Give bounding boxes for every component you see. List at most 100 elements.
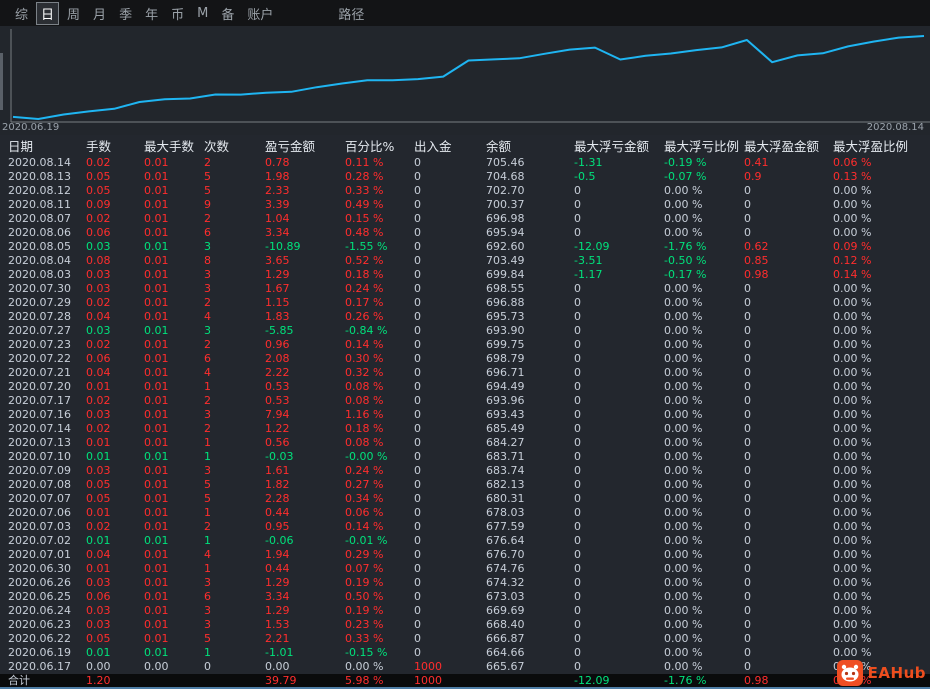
cell-max-float-loss: -3.51 [574, 254, 603, 267]
table-row[interactable]: 2020.07.16 0.03 0.01 3 7.94 1.16 % 0 693.43 0 0.0… [0, 408, 930, 422]
cell-balance: 700.37 [486, 198, 525, 211]
cell-max-float-profit: 0 [744, 464, 751, 477]
menu-item-8[interactable]: 备 [216, 2, 239, 25]
cell-max-lots: 0.01 [144, 366, 169, 379]
table-row[interactable]: 2020.07.21 0.04 0.01 4 2.22 0.32 % 0 696.71 0 0.0… [0, 366, 930, 380]
table-row[interactable]: 2020.07.08 0.05 0.01 5 1.82 0.27 % 0 682.13 0 0.0… [0, 478, 930, 492]
column-header-pnl: 盈亏金额 [265, 139, 316, 154]
table-row[interactable]: 2020.08.11 0.09 0.01 9 3.39 0.49 % 0 700.37 0 0.0… [0, 198, 930, 212]
table-row[interactable]: 2020.07.30 0.03 0.01 3 1.67 0.24 % 0 698.55 0 0.0… [0, 282, 930, 296]
cell-max-float-loss-pct: 0.00 % [664, 338, 703, 351]
cell-max-float-profit: 0 [744, 604, 751, 617]
menu-item-0[interactable]: 综 [10, 2, 33, 25]
table-row[interactable]: 2020.07.07 0.05 0.01 5 2.28 0.34 % 0 680.31 0 0.0… [0, 492, 930, 506]
cell-cashflow: 0 [414, 618, 421, 631]
table-row[interactable]: 2020.07.01 0.04 0.01 4 1.94 0.29 % 0 676.70 0 0.0… [0, 548, 930, 562]
cell-date: 2020.07.22 [8, 352, 71, 365]
cell-max-float-loss-pct: 0.00 % [664, 562, 703, 575]
cell-lots: 0.05 [86, 478, 111, 491]
table-row[interactable]: 2020.06.23 0.03 0.01 3 1.53 0.23 % 0 668.40 0 0.0… [0, 618, 930, 632]
table-row[interactable]: 2020.07.20 0.01 0.01 1 0.53 0.08 % 0 694.49 0 0.0… [0, 380, 930, 394]
cell-pct: 0.23 % [345, 618, 384, 631]
cell-pnl: -1.01 [265, 646, 294, 659]
cell-balance: 678.03 [486, 506, 525, 519]
cell-cashflow: 0 [414, 450, 421, 463]
table-row[interactable]: 2020.06.25 0.06 0.01 6 3.34 0.50 % 0 673.03 0 0.0… [0, 590, 930, 604]
table-row[interactable]: 2020.07.02 0.01 0.01 1 -0.06 -0.01 % 0 676.64 0 0… [0, 534, 930, 548]
table-row[interactable]: 2020.07.14 0.02 0.01 2 1.22 0.18 % 0 685.49 0 0.0… [0, 422, 930, 436]
table-row[interactable]: 2020.07.13 0.01 0.01 1 0.56 0.08 % 0 684.27 0 0.0… [0, 436, 930, 450]
table-row[interactable]: 2020.08.04 0.08 0.01 8 3.65 0.52 % 0 703.49 -3.5… [0, 254, 930, 268]
table-row[interactable]: 2020.06.24 0.03 0.01 3 1.29 0.19 % 0 669.69 0 0.0… [0, 604, 930, 618]
cell-max-float-profit-pct: 0.00 % [833, 450, 872, 463]
table-row[interactable]: 2020.06.19 0.01 0.01 1 -1.01 -0.15 % 0 664.66 0 0… [0, 646, 930, 660]
cell-date: 2020.07.10 [8, 450, 71, 463]
table-row[interactable]: 2020.07.06 0.01 0.01 1 0.44 0.06 % 0 678.03 0 0.0… [0, 506, 930, 520]
menu-item-6[interactable]: 币 [166, 2, 189, 25]
cell-pct: 0.30 % [345, 352, 384, 365]
cell-lots: 0.09 [86, 198, 111, 211]
table-row[interactable]: 2020.08.03 0.03 0.01 3 1.29 0.18 % 0 699.84 -1.1… [0, 268, 930, 282]
cell-balance: 696.98 [486, 212, 525, 225]
cell-pnl: 0.56 [265, 436, 290, 449]
cell-lots: 0.02 [86, 212, 111, 225]
menu-item-3[interactable]: 月 [88, 2, 111, 25]
cell-date: 2020.07.30 [8, 282, 71, 295]
menu-item-1[interactable]: 日 [36, 1, 60, 25]
table-row[interactable]: 2020.08.06 0.06 0.01 6 3.34 0.48 % 0 695.94 0 0.0… [0, 226, 930, 240]
eahub-robot-icon [836, 660, 863, 686]
table-row[interactable]: 2020.07.10 0.01 0.01 1 -0.03 -0.00 % 0 683.71 0 0… [0, 450, 930, 464]
table-row[interactable]: 2020.08.13 0.05 0.01 5 1.98 0.28 % 0 704.68 -0.5… [0, 170, 930, 184]
cell-max-float-profit: 0 [744, 184, 751, 197]
cell-max-lots: 0.01 [144, 296, 169, 309]
cell-pnl: 1.15 [265, 296, 290, 309]
cell-balance: 680.31 [486, 492, 525, 505]
menu-item-2[interactable]: 周 [62, 2, 85, 25]
menu-item-9[interactable]: 账户 [242, 2, 278, 25]
cell-max-float-loss: 0 [574, 478, 581, 491]
menu-item-4[interactable]: 季 [114, 2, 137, 25]
cell-balance: 674.32 [486, 576, 525, 589]
table-row[interactable]: 2020.07.28 0.04 0.01 4 1.83 0.26 % 0 695.73 0 0.0… [0, 310, 930, 324]
cell-cashflow: 0 [414, 324, 421, 337]
vertical-scrollbar[interactable] [0, 53, 3, 110]
cell-lots: 0.02 [86, 338, 111, 351]
cell-max-float-loss: 0 [574, 548, 581, 561]
cell-max-float-loss-pct: 0.00 % [664, 478, 703, 491]
table-row[interactable]: 2020.07.27 0.03 0.01 3 -5.85 -0.84 % 0 693.90 0 0… [0, 324, 930, 338]
table-row[interactable]: 2020.07.03 0.02 0.01 2 0.95 0.14 % 0 677.59 0 0.0… [0, 520, 930, 534]
table-row[interactable]: 2020.08.07 0.02 0.01 2 1.04 0.15 % 0 696.98 0 0.0… [0, 212, 930, 226]
table-row[interactable]: 2020.06.26 0.03 0.01 3 1.29 0.19 % 0 674.32 0 0.0… [0, 576, 930, 590]
table-row[interactable]: 2020.06.30 0.01 0.01 1 0.44 0.07 % 0 674.76 0 0.0… [0, 562, 930, 576]
cell-lots: 0.01 [86, 506, 111, 519]
table-row[interactable]: 2020.07.23 0.02 0.01 2 0.96 0.14 % 0 699.75 0 0.0… [0, 338, 930, 352]
table-row[interactable]: 2020.06.22 0.05 0.01 5 2.21 0.33 % 0 666.87 0 0.0… [0, 632, 930, 646]
cell-count [204, 674, 265, 687]
table-row[interactable]: 2020.08.14 0.02 0.01 2 0.78 0.11 % 0 705.46 -1.3… [0, 156, 930, 170]
table-row[interactable]: 2020.06.17 0.00 0.00 0 0.00 0.00 % 1000 665.67 0… [0, 660, 930, 674]
cell-max-float-loss: 0 [574, 422, 581, 435]
table-row[interactable]: 2020.07.17 0.02 0.01 2 0.53 0.08 % 0 693.96 0 0.0… [0, 394, 930, 408]
table-row[interactable]: 2020.08.12 0.05 0.01 5 2.33 0.33 % 0 702.70 0 0.0… [0, 184, 930, 198]
cell-cashflow: 0 [414, 156, 421, 169]
table-row[interactable]: 2020.07.29 0.02 0.01 2 1.15 0.17 % 0 696.88 0 0.0… [0, 296, 930, 310]
cell-pnl: 39.79 [265, 674, 297, 687]
cell-max-float-loss: 0 [574, 184, 581, 197]
table-row[interactable]: 2020.08.05 0.03 0.01 3 -10.89 -1.55 % 0 692.60 -… [0, 240, 930, 254]
cell-lots: 0.06 [86, 352, 111, 365]
table-total-row[interactable]: 合计1.2039.795.98 %1000-12.09-1.76 %0.980.… [0, 674, 930, 687]
cell-max-float-profit: 0 [744, 352, 751, 365]
menu-item-5[interactable]: 年 [140, 2, 163, 25]
menu-item-10[interactable]: 路径 [333, 2, 369, 25]
cell-date: 2020.07.21 [8, 366, 71, 379]
cell-pnl: 3.39 [265, 198, 290, 211]
cell-count: 2 [204, 394, 211, 407]
table-row[interactable]: 2020.07.09 0.03 0.01 3 1.61 0.24 % 0 683.74 0 0.0… [0, 464, 930, 478]
cell-cashflow: 0 [414, 380, 421, 393]
cell-pnl: 1.94 [265, 548, 290, 561]
cell-balance [486, 674, 574, 687]
cell-cashflow: 0 [414, 352, 421, 365]
menu-item-7[interactable]: M [192, 4, 213, 23]
table-row[interactable]: 2020.07.22 0.06 0.01 6 2.08 0.30 % 0 698.79 0 0.0… [0, 352, 930, 366]
cell-max-lots: 0.01 [144, 590, 169, 603]
